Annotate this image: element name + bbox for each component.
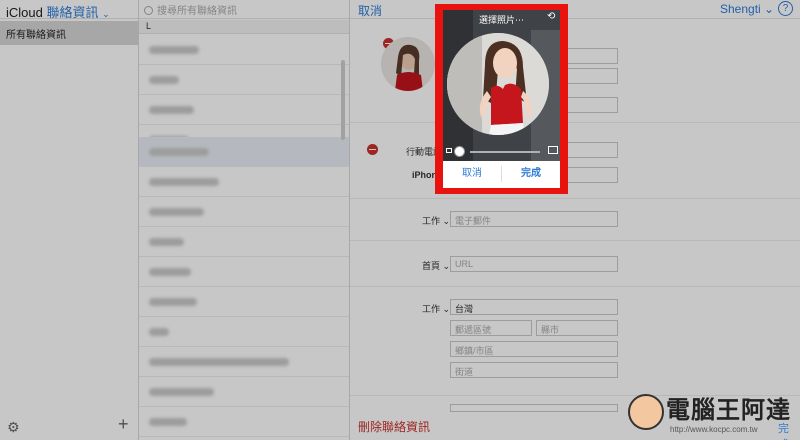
card-done-button[interactable]: 完成 bbox=[778, 420, 798, 440]
zoom-in-icon bbox=[548, 146, 558, 154]
watermark-url: http://www.kocpc.com.tw bbox=[670, 425, 758, 434]
picker-done-button[interactable]: 完成 bbox=[502, 165, 560, 183]
photo-crop-area[interactable]: 選擇照片⋯ ⟲ bbox=[443, 10, 560, 161]
watermark: 電腦王阿達 http://www.kocpc.com.tw 完成 bbox=[628, 388, 798, 440]
modal-backdrop bbox=[0, 0, 800, 440]
picker-title: 選擇照片⋯ bbox=[478, 15, 524, 25]
crop-circle[interactable] bbox=[447, 33, 549, 135]
zoom-slider-knob[interactable] bbox=[454, 146, 465, 157]
zoom-slider-track[interactable] bbox=[470, 151, 540, 153]
mascot-logo bbox=[628, 394, 664, 430]
rotate-icon[interactable]: ⟲ bbox=[547, 11, 555, 22]
contacts-app: iCloud 聯絡資訊 ⌄ 所有聯絡資訊 ⚙ + 搜尋所有聯絡資訊 L 取消 S… bbox=[0, 0, 800, 440]
picker-cancel-button[interactable]: 取消 bbox=[443, 165, 501, 183]
zoom-out-icon bbox=[446, 148, 452, 153]
crop-photo bbox=[447, 33, 549, 135]
watermark-title: 電腦王阿達 bbox=[666, 396, 791, 424]
photo-picker-dialog: 選擇照片⋯ ⟲ 取消 完成 bbox=[443, 10, 560, 188]
